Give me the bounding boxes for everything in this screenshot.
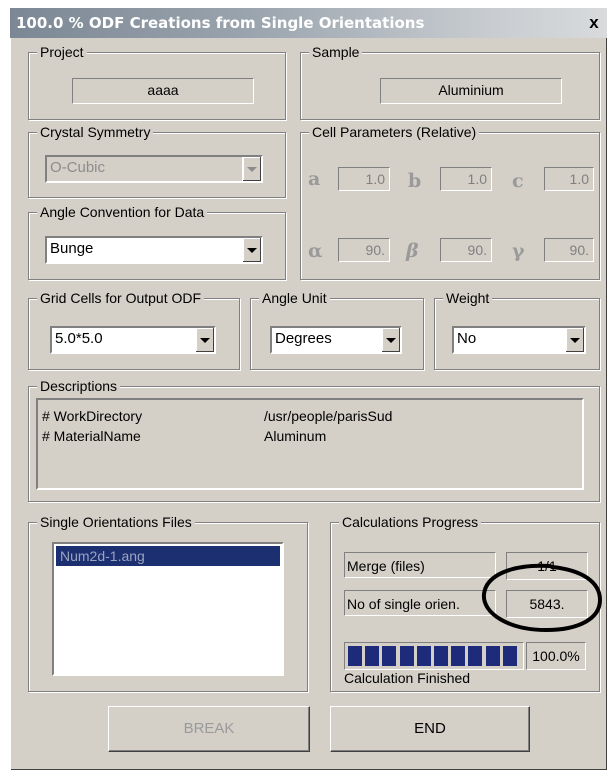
title-bar[interactable]: 100.0 % ODF Creations from Single Orient… bbox=[10, 8, 607, 38]
weight-label: Weight bbox=[443, 289, 493, 307]
break-button[interactable]: BREAK bbox=[108, 706, 310, 752]
list-item[interactable]: Num2d-1.ang bbox=[56, 546, 280, 566]
progress-segment bbox=[434, 646, 448, 666]
orientation-files-label: Single Orientations Files bbox=[37, 513, 195, 531]
angle-convention-value: Bunge bbox=[50, 240, 94, 257]
crystal-symmetry-select[interactable]: O-Cubic bbox=[45, 155, 263, 183]
close-icon[interactable]: x bbox=[585, 14, 603, 32]
progress-segment bbox=[416, 646, 431, 666]
progress-bar bbox=[344, 642, 524, 670]
description-value-1: /usr/people/parisSud bbox=[264, 408, 393, 424]
description-value-2: Aluminum bbox=[264, 428, 327, 444]
param-beta-field[interactable]: 90. bbox=[440, 238, 492, 262]
param-gamma-label: γ bbox=[512, 240, 525, 262]
progress-segment bbox=[502, 646, 517, 666]
single-orien-label: No of single orien. bbox=[344, 590, 496, 616]
progress-percent: 100.0% bbox=[526, 642, 586, 670]
weight-value: No bbox=[457, 330, 477, 347]
param-alpha-label: α bbox=[308, 240, 323, 262]
param-b-field[interactable]: 1.0 bbox=[440, 167, 492, 191]
chevron-down-icon[interactable] bbox=[242, 238, 261, 262]
param-a-label: a bbox=[308, 168, 321, 190]
grid-cells-value: 5.0*5.0 bbox=[55, 330, 103, 347]
merge-files-value: 1/1 bbox=[506, 552, 588, 580]
chevron-down-icon[interactable] bbox=[381, 328, 400, 352]
single-orien-value: 5843. bbox=[506, 590, 588, 618]
angle-convention-label: Angle Convention for Data bbox=[37, 203, 208, 221]
chevron-down-icon[interactable] bbox=[565, 328, 584, 352]
param-gamma-field[interactable]: 90. bbox=[544, 238, 594, 262]
grid-cells-label: Grid Cells for Output ODF bbox=[37, 289, 205, 307]
orientation-files-list[interactable]: Num2d-1.ang bbox=[52, 542, 284, 676]
angle-unit-select[interactable]: Degrees bbox=[270, 326, 402, 354]
param-alpha-field[interactable]: 90. bbox=[338, 238, 390, 262]
param-c-label: c bbox=[512, 170, 524, 192]
progress-segment bbox=[399, 646, 414, 666]
description-key-1: # WorkDirectory bbox=[42, 408, 143, 424]
angle-convention-select[interactable]: Bunge bbox=[45, 236, 263, 264]
progress-segment bbox=[382, 646, 397, 666]
chevron-down-icon[interactable] bbox=[242, 157, 261, 181]
progress-segment bbox=[451, 646, 466, 666]
descriptions-label: Descriptions bbox=[37, 377, 121, 395]
crystal-symmetry-label: Crystal Symmetry bbox=[37, 123, 154, 141]
progress-segment bbox=[348, 646, 362, 666]
descriptions-textarea[interactable]: # WorkDirectory /usr/people/parisSud # M… bbox=[36, 398, 584, 490]
progress-segment bbox=[468, 646, 483, 666]
progress-segment bbox=[485, 646, 500, 666]
calc-status: Calculation Finished bbox=[344, 670, 471, 686]
window-title: 100.0 % ODF Creations from Single Orient… bbox=[16, 14, 425, 32]
param-b-label: b bbox=[408, 170, 422, 192]
sample-field[interactable]: Aluminium bbox=[380, 78, 562, 104]
calc-progress-label: Calculations Progress bbox=[339, 513, 482, 531]
project-label: Project bbox=[37, 43, 87, 61]
angle-unit-value: Degrees bbox=[275, 330, 332, 347]
project-field[interactable]: aaaa bbox=[72, 78, 254, 104]
description-key-2: # MaterialName bbox=[42, 428, 141, 444]
merge-files-label: Merge (files) bbox=[344, 552, 496, 578]
angle-unit-label: Angle Unit bbox=[259, 289, 330, 307]
grid-cells-select[interactable]: 5.0*5.0 bbox=[50, 326, 216, 354]
param-beta-label: β bbox=[406, 240, 419, 262]
param-a-field[interactable]: 1.0 bbox=[338, 167, 390, 191]
crystal-symmetry-value: O-Cubic bbox=[50, 159, 106, 176]
param-c-field[interactable]: 1.0 bbox=[544, 167, 594, 191]
cell-parameters-label: Cell Parameters (Relative) bbox=[309, 123, 480, 141]
progress-segment bbox=[365, 646, 380, 666]
end-button[interactable]: END bbox=[330, 706, 530, 752]
chevron-down-icon[interactable] bbox=[195, 328, 214, 352]
weight-select[interactable]: No bbox=[452, 326, 586, 354]
sample-label: Sample bbox=[309, 43, 363, 61]
